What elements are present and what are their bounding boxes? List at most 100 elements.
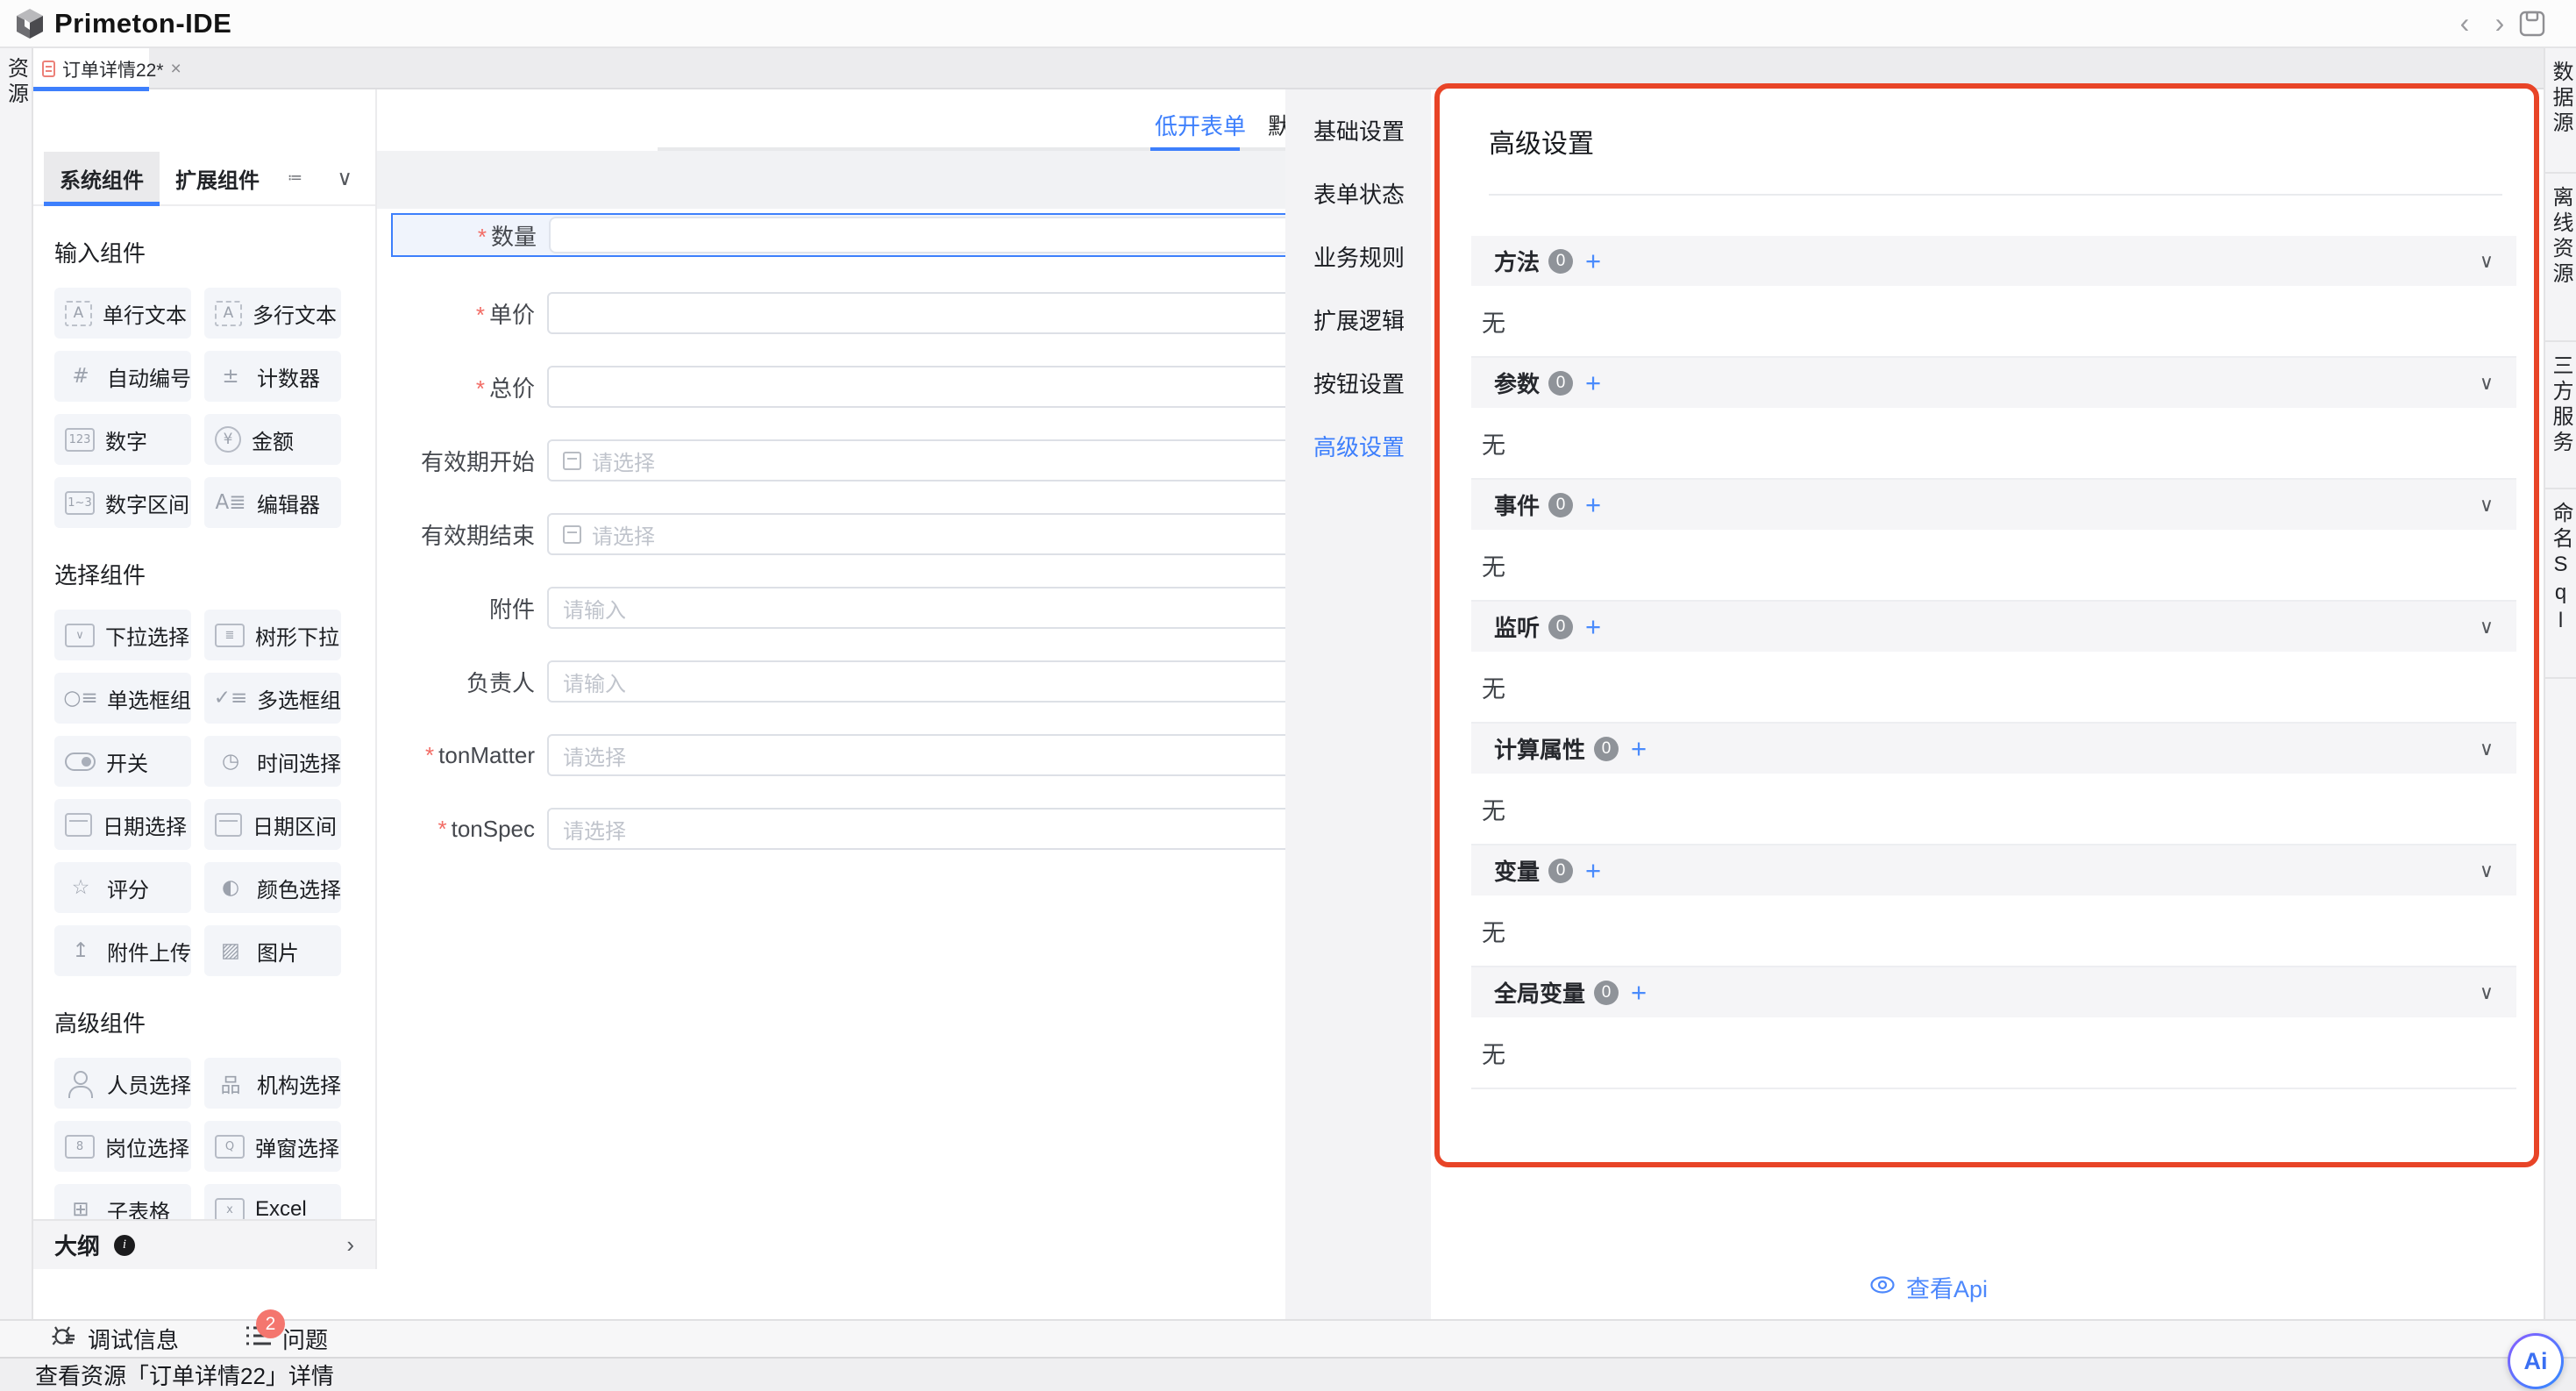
add-icon[interactable]: + (1585, 367, 1601, 399)
palette-component[interactable]: ↥ 附件上传 (54, 925, 191, 976)
add-icon[interactable]: + (1585, 489, 1601, 521)
rail-item[interactable]: 三方服务 (2545, 342, 2576, 489)
form-field-row[interactable]: *数量 (391, 213, 1285, 257)
form-field-row[interactable]: 有效期结束 请选择 (391, 513, 1285, 555)
add-icon[interactable]: + (1585, 246, 1601, 277)
rail-item-label: 数据源 (2545, 61, 2576, 137)
component-icon: 1~3 (65, 491, 95, 515)
component-label: 附件上传 (107, 936, 191, 967)
palette-component[interactable]: ☆ 评分 (54, 862, 191, 913)
rail-item-resources[interactable]: 资源 (1, 57, 32, 108)
palette-component[interactable]: 8 岗位选择 (54, 1121, 191, 1172)
document-tab[interactable]: 订单详情22* × (33, 48, 149, 89)
palette-component[interactable]: ◷ 时间选择 (204, 736, 341, 787)
outline-label: 大纲 (54, 1229, 100, 1261)
section-header[interactable]: 变量 0 + ∨ (1471, 845, 2516, 895)
palette-component[interactable]: ✓≡ 多选框组 (204, 673, 341, 724)
palette-component[interactable]: 品 机构选择 (204, 1058, 341, 1109)
view-api-link[interactable]: 查看Api (1869, 1270, 1988, 1304)
chevron-down-icon[interactable]: ∨ (2480, 738, 2494, 760)
settings-nav-item[interactable]: 基础设置 (1285, 98, 1431, 161)
field-input[interactable]: 请选择 (547, 439, 1285, 482)
section-header[interactable]: 参数 0 + ∨ (1471, 358, 2516, 408)
chevron-down-icon[interactable]: ∨ (2480, 250, 2494, 273)
palette-component[interactable]: 123 数字 (54, 414, 191, 465)
palette-component[interactable]: ▨ 图片 (204, 925, 341, 976)
component-icon: 123 (65, 428, 95, 452)
section-header[interactable]: 全局变量 0 + ∨ (1471, 967, 2516, 1017)
settings-nav-item[interactable]: 扩展逻辑 (1285, 288, 1431, 351)
add-icon[interactable]: + (1631, 977, 1647, 1009)
chevron-down-icon[interactable]: ∨ (2480, 494, 2494, 517)
chevron-down-icon[interactable]: ∨ (2480, 860, 2494, 882)
palette-component[interactable]: 人员选择 (54, 1058, 191, 1109)
highlighted-advanced-settings: 高级设置 方法 0 + ∨ 无 参数 0 + (1434, 83, 2539, 1167)
add-icon[interactable]: + (1585, 611, 1601, 643)
right-rail: 数据源 离线资源 三方服务 命名Sql (2544, 48, 2576, 1319)
view-tab-lowcode-form[interactable]: 低开表单 (1155, 109, 1246, 141)
form-field-row[interactable]: 有效期开始 请选择 (391, 439, 1285, 482)
rail-item[interactable]: 命名Sql (2545, 489, 2576, 679)
form-field-row[interactable]: *tonSpec 请选择 (391, 808, 1285, 850)
field-input[interactable]: 请选择 (547, 808, 1285, 850)
palette-component[interactable]: 日期选择 (54, 799, 191, 850)
palette-component[interactable]: # 自动编号 (54, 351, 191, 402)
palette-component[interactable]: ○≡ 单选框组 (54, 673, 191, 724)
palette-component[interactable]: Q 弹窗选择 (204, 1121, 341, 1172)
debug-info-button[interactable]: 调试信息 (51, 1323, 179, 1355)
palette-component[interactable]: 开关 (54, 736, 191, 787)
palette-component[interactable]: ≣ 树形下拉 (204, 610, 341, 660)
form-field-row[interactable]: *tonMatter 请选择 (391, 734, 1285, 776)
chevron-down-icon[interactable]: ∨ (2480, 616, 2494, 638)
settings-nav-item[interactable]: 业务规则 (1285, 225, 1431, 288)
palette-list-icon[interactable]: ≔ (288, 169, 302, 187)
field-input[interactable]: 请输入 (547, 660, 1285, 703)
palette-component[interactable]: 日期区间 (204, 799, 341, 850)
component-icon: ↥ (65, 936, 96, 966)
section-header[interactable]: 事件 0 + ∨ (1471, 480, 2516, 530)
palette-component[interactable]: A 多行文本 (204, 288, 341, 339)
rail-item[interactable]: 离线资源 (2545, 174, 2576, 342)
form-field-row[interactable]: 附件 请输入 (391, 587, 1285, 629)
ai-assistant-button[interactable]: Ai (2508, 1333, 2564, 1389)
chevron-down-icon[interactable]: ∨ (337, 166, 352, 191)
settings-nav-item[interactable]: 按钮设置 (1285, 351, 1431, 414)
palette-component[interactable]: ± 计数器 (204, 351, 341, 402)
close-tab-icon[interactable]: × (171, 59, 181, 80)
save-icon[interactable] (2518, 10, 2546, 42)
palette-component[interactable]: ∨ 下拉选择 (54, 610, 191, 660)
palette-component[interactable]: A 单行文本 (54, 288, 191, 339)
chevron-down-icon[interactable]: ∨ (2480, 372, 2494, 395)
field-input[interactable]: 请输入 (547, 587, 1285, 629)
component-label: 开关 (106, 746, 148, 777)
settings-nav-item[interactable]: 高级设置 (1285, 414, 1431, 477)
palette-component[interactable]: ¥ 金额 (204, 414, 341, 465)
form-field-row[interactable]: *单价 (391, 292, 1285, 334)
settings-nav-item[interactable]: 表单状态 (1285, 161, 1431, 225)
field-input[interactable] (547, 292, 1285, 334)
form-field-row[interactable]: *总价 (391, 366, 1285, 408)
outline-bar[interactable]: 大纲 i › (33, 1219, 375, 1269)
palette-component[interactable]: 1~3 数字区间 (54, 477, 191, 528)
add-icon[interactable]: + (1631, 733, 1647, 765)
count-badge: 0 (1548, 371, 1573, 396)
rail-item[interactable]: 数据源 (2545, 48, 2576, 174)
palette-component[interactable]: A≣ 编辑器 (204, 477, 341, 528)
chevron-down-icon[interactable]: ∨ (2480, 981, 2494, 1004)
section-header[interactable]: 方法 0 + ∨ (1471, 236, 2516, 286)
view-tab-default[interactable]: 默认 (1268, 109, 1285, 141)
palette-tab[interactable]: 扩展组件 (160, 152, 275, 204)
palette-tab[interactable]: 系统组件 (44, 152, 160, 204)
add-icon[interactable]: + (1585, 855, 1601, 887)
form-field-row[interactable]: 负责人 请输入 (391, 660, 1285, 703)
palette-component[interactable]: ◐ 颜色选择 (204, 862, 341, 913)
field-input[interactable] (547, 366, 1285, 408)
section-header[interactable]: 计算属性 0 + ∨ (1471, 724, 2516, 774)
document-tab-title: 订单详情22* (62, 56, 164, 82)
nav-forward-icon[interactable]: › (2485, 7, 2515, 39)
section-header[interactable]: 监听 0 + ∨ (1471, 602, 2516, 652)
field-input[interactable]: 请选择 (547, 513, 1285, 555)
field-input[interactable]: 请选择 (547, 734, 1285, 776)
field-input[interactable] (549, 217, 1285, 253)
nav-back-icon[interactable]: ‹ (2450, 7, 2480, 39)
